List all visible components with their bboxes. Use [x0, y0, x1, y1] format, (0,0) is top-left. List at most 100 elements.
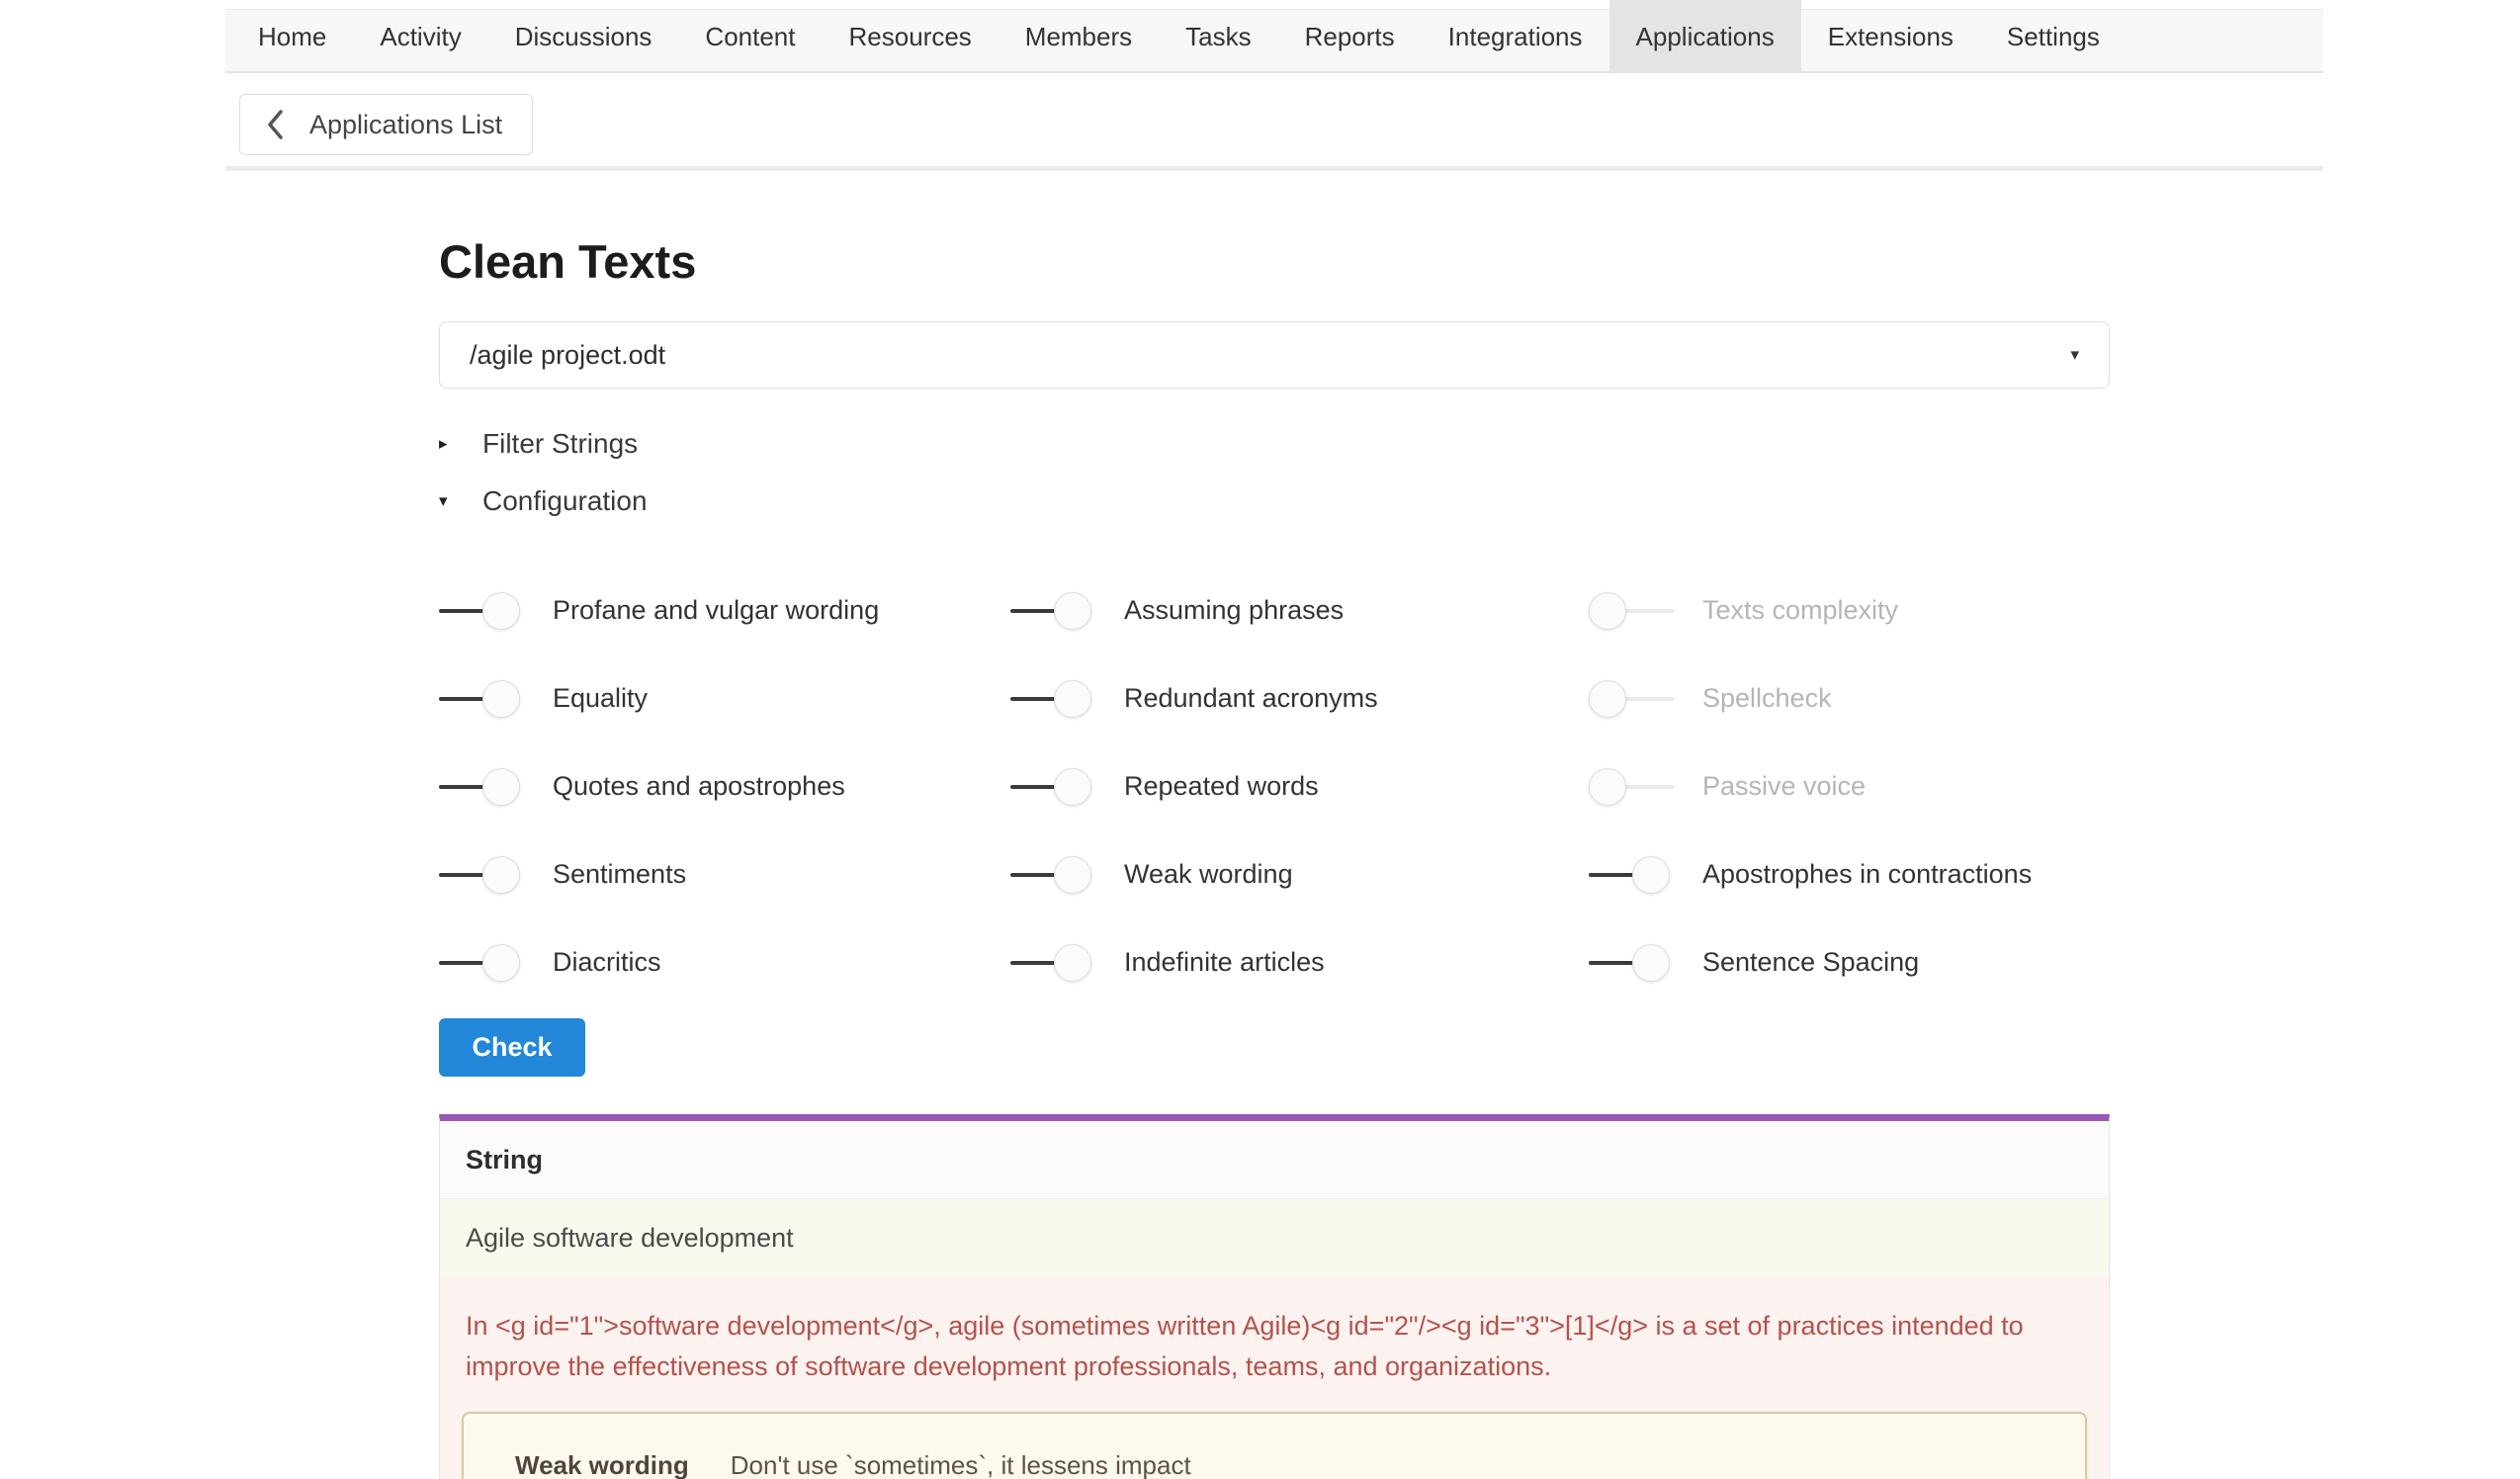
nav-item-integrations[interactable]: Integrations: [1422, 0, 1609, 73]
toggle-label-sentence-spacing: Sentence Spacing: [1702, 947, 1919, 978]
toggle-knob[interactable]: [482, 592, 520, 630]
toggle-knob[interactable]: [482, 944, 520, 982]
configuration-expander[interactable]: ▾ Configuration: [439, 485, 2110, 517]
toggle-track: [1622, 697, 1674, 701]
toggle-track: [439, 961, 488, 965]
string-detail-section: In <g id="1">software development</g>, a…: [440, 1276, 2109, 1479]
triangle-down-icon: ▾: [439, 491, 457, 511]
toggle-switch-weak-wording[interactable]: [1010, 855, 1095, 895]
back-row: Applications List: [225, 73, 2323, 155]
toggle-knob[interactable]: [482, 856, 520, 894]
configuration-toggle-grid: Profane and vulgar wording Assuming phras…: [439, 566, 2110, 1006]
nav-item-extensions[interactable]: Extensions: [1801, 0, 1980, 73]
toggle-switch-sentence-spacing[interactable]: [1589, 943, 1674, 983]
main-content: Clean Texts /agile project.odt ▾ ▸ Filte…: [225, 234, 2110, 1479]
toggle-knob[interactable]: [1054, 944, 1091, 982]
toggle-track: [1010, 697, 1060, 701]
toggle-row-weak-wording: Weak wording: [1010, 855, 1589, 895]
toggle-row-passive-voice: Passive voice: [1589, 767, 2110, 807]
nav-item-activity[interactable]: Activity: [353, 0, 487, 73]
toggle-row-repeated-words: Repeated words: [1010, 767, 1589, 807]
issue-box: Weak wording Don't use `sometimes`, it l…: [462, 1412, 2087, 1479]
nav-items: HomeActivityDiscussionsContentResourcesM…: [225, 0, 2323, 73]
toggle-knob[interactable]: [1054, 680, 1091, 718]
triangle-right-icon: ▸: [439, 434, 457, 454]
toggle-knob[interactable]: [1054, 856, 1091, 894]
nav-item-tasks[interactable]: Tasks: [1159, 0, 1277, 73]
check-button[interactable]: Check: [439, 1018, 585, 1077]
toggle-label-spellcheck: Spellcheck: [1702, 683, 1832, 714]
string-title-row[interactable]: Agile software development: [440, 1199, 2109, 1276]
toggle-switch-quotes-and-apostrophes[interactable]: [439, 767, 524, 807]
toggle-track: [1010, 785, 1060, 789]
toggle-switch-sentiments[interactable]: [439, 855, 524, 895]
file-select-dropdown[interactable]: /agile project.odt ▾: [439, 321, 2110, 389]
toggle-label-weak-wording: Weak wording: [1124, 859, 1293, 890]
nav-item-members[interactable]: Members: [999, 0, 1159, 73]
toggle-row-equality: Equality: [439, 679, 1010, 719]
toggle-row-apostrophes-in-contractions: Apostrophes in contractions: [1589, 855, 2110, 895]
issue-type-label: Weak wording: [515, 1450, 689, 1479]
page-container: HomeActivityDiscussionsContentResourcesM…: [225, 0, 2323, 1479]
toggle-knob[interactable]: [1054, 592, 1091, 630]
toggle-track: [1622, 609, 1674, 613]
horizontal-divider: [225, 166, 2323, 171]
filter-strings-expander[interactable]: ▸ Filter Strings: [439, 428, 2110, 460]
toggle-label-apostrophes-in-contractions: Apostrophes in contractions: [1702, 859, 2032, 890]
toggle-switch-repeated-words[interactable]: [1010, 767, 1095, 807]
toggle-switch-profane-and-vulgar-wording[interactable]: [439, 591, 524, 631]
string-error-text: In <g id="1">software development</g>, a…: [462, 1300, 2073, 1387]
chevron-left-icon: [266, 108, 286, 141]
toggle-label-profane-and-vulgar-wording: Profane and vulgar wording: [553, 595, 879, 626]
toggle-label-repeated-words: Repeated words: [1124, 771, 1319, 802]
toggle-label-quotes-and-apostrophes: Quotes and apostrophes: [553, 771, 845, 802]
configuration-label: Configuration: [482, 485, 648, 517]
nav-item-resources[interactable]: Resources: [823, 0, 999, 73]
nav-item-reports[interactable]: Reports: [1278, 0, 1422, 73]
nav-item-settings[interactable]: Settings: [1980, 0, 2127, 73]
toggle-switch-apostrophes-in-contractions[interactable]: [1589, 855, 1674, 895]
toggle-switch-diacritics[interactable]: [439, 943, 524, 983]
chevron-down-icon: ▾: [2070, 345, 2079, 365]
page-title: Clean Texts: [439, 234, 2110, 289]
toggle-knob[interactable]: [482, 768, 520, 806]
results-panel: String Agile software development In <g …: [439, 1114, 2110, 1479]
toggle-track: [439, 873, 488, 877]
toggle-track: [1622, 785, 1674, 789]
results-header: String: [440, 1121, 2109, 1199]
toggle-switch-assuming-phrases[interactable]: [1010, 591, 1095, 631]
toggle-switch-texts-complexity[interactable]: [1589, 591, 1674, 631]
toggle-knob[interactable]: [1054, 768, 1091, 806]
toggle-switch-spellcheck[interactable]: [1589, 679, 1674, 719]
toggle-track: [1010, 961, 1060, 965]
toggle-switch-redundant-acronyms[interactable]: [1010, 679, 1095, 719]
applications-list-back-button[interactable]: Applications List: [239, 94, 533, 155]
back-button-label: Applications List: [309, 110, 502, 140]
toggle-track: [1589, 873, 1638, 877]
toggle-row-redundant-acronyms: Redundant acronyms: [1010, 679, 1589, 719]
toggle-knob[interactable]: [1632, 856, 1670, 894]
toggle-label-texts-complexity: Texts complexity: [1702, 595, 1898, 626]
toggle-row-sentence-spacing: Sentence Spacing: [1589, 943, 2110, 983]
toggle-label-diacritics: Diacritics: [553, 947, 661, 978]
toggle-knob[interactable]: [1589, 592, 1626, 630]
nav-item-content[interactable]: Content: [678, 0, 822, 73]
toggle-label-redundant-acronyms: Redundant acronyms: [1124, 683, 1378, 714]
file-select-value: /agile project.odt: [470, 340, 665, 371]
toggle-switch-equality[interactable]: [439, 679, 524, 719]
toggle-knob[interactable]: [482, 680, 520, 718]
toggle-row-quotes-and-apostrophes: Quotes and apostrophes: [439, 767, 1010, 807]
toggle-knob[interactable]: [1632, 944, 1670, 982]
toggle-knob[interactable]: [1589, 680, 1626, 718]
toggle-row-profane-and-vulgar-wording: Profane and vulgar wording: [439, 591, 1010, 631]
toggle-switch-indefinite-articles[interactable]: [1010, 943, 1095, 983]
toggle-track: [439, 697, 488, 701]
toggle-switch-passive-voice[interactable]: [1589, 767, 1674, 807]
nav-item-home[interactable]: Home: [231, 0, 353, 73]
toggle-label-passive-voice: Passive voice: [1702, 771, 1866, 802]
nav-item-discussions[interactable]: Discussions: [488, 0, 679, 73]
toggle-label-sentiments: Sentiments: [553, 859, 686, 890]
nav-item-applications[interactable]: Applications: [1609, 0, 1801, 73]
toggle-knob[interactable]: [1589, 768, 1626, 806]
toggle-label-assuming-phrases: Assuming phrases: [1124, 595, 1344, 626]
